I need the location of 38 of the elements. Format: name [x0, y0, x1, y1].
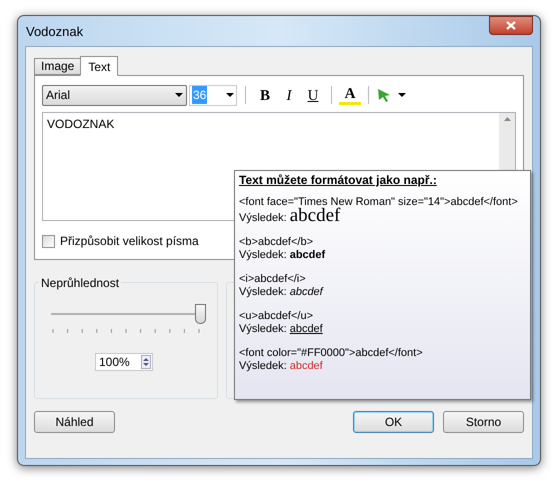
- close-button[interactable]: [489, 16, 533, 35]
- close-icon: [506, 21, 516, 30]
- caret-icon: [175, 93, 183, 97]
- code-example: <u>abcdef</u>: [239, 310, 314, 323]
- tab[interactable]: Image: [34, 58, 80, 75]
- bold-button[interactable]: B: [254, 85, 276, 105]
- tab[interactable]: Text: [80, 56, 118, 76]
- result-label: Výsledek:: [239, 249, 287, 262]
- underline-button[interactable]: U: [302, 85, 324, 105]
- checkbox[interactable]: [42, 234, 55, 248]
- dialog-button[interactable]: OK: [353, 411, 434, 433]
- tooltip-heading: Text můžete formátovat jako např.:: [239, 174, 438, 187]
- result-label: Výsledek:: [239, 360, 287, 373]
- result-sample: abcdef: [290, 209, 340, 222]
- text-color-button[interactable]: A: [339, 85, 361, 105]
- font-select[interactable]: Arial: [42, 84, 187, 106]
- group-title: Neprůhlednost: [39, 274, 122, 292]
- result-sample: abcdef: [290, 323, 323, 336]
- code-example: <b>abcdef</b>: [239, 236, 314, 249]
- caret-icon[interactable]: [398, 93, 406, 97]
- spin-arrows-icon[interactable]: [141, 355, 151, 369]
- dialog-button[interactable]: Náhled: [34, 411, 115, 433]
- caret-icon: [226, 93, 234, 97]
- result-sample: abcdef: [290, 249, 326, 262]
- code-example: <font color="#FF0000">abcdef</font>: [239, 347, 424, 360]
- window-title: Vodoznak: [25, 23, 84, 42]
- italic-button[interactable]: I: [278, 85, 300, 105]
- scroll-up-icon: [504, 117, 510, 121]
- dialog-button[interactable]: Storno: [443, 411, 524, 433]
- code-example: <i>abcdef</i>: [239, 273, 307, 286]
- spin-field[interactable]: 100%: [95, 353, 153, 371]
- result-label: Výsledek:: [239, 286, 287, 299]
- code-example: <font face="Times New Roman" size="14">abcdef</font>: [239, 196, 519, 208]
- result-sample: abcdef: [290, 286, 323, 299]
- checkbox-label: Přizpůsobit velikost písma: [60, 233, 199, 250]
- result-sample: abcdef: [290, 360, 323, 373]
- slider-thumb[interactable]: [195, 304, 206, 324]
- result-label: Výsledek:: [239, 323, 287, 336]
